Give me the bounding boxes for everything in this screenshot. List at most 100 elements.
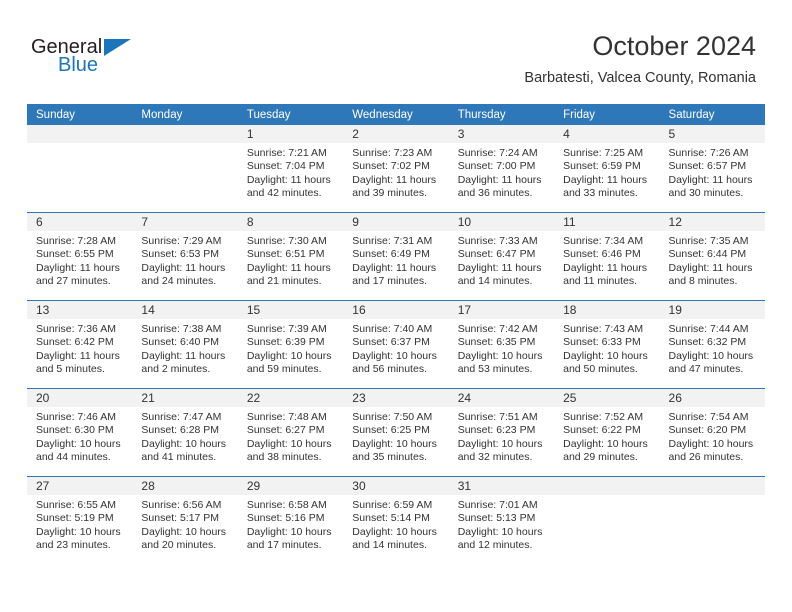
sunset-line: Sunset: 6:44 PM xyxy=(668,248,747,261)
day-cell[interactable]: 5 Sunrise: 7:26 AM Sunset: 6:57 PM Dayli… xyxy=(659,125,765,213)
sunset-line: Sunset: 5:13 PM xyxy=(457,512,536,525)
column-header-sunday: Sunday xyxy=(27,104,133,125)
day-cell[interactable]: 9 Sunrise: 7:31 AM Sunset: 6:49 PM Dayli… xyxy=(343,212,449,301)
sunrise-line: Sunrise: 7:51 AM xyxy=(457,411,538,423)
day-number: 12 xyxy=(659,213,765,231)
day-cell[interactable]: 20 Sunrise: 7:46 AM Sunset: 6:30 PM Dayl… xyxy=(27,388,133,477)
brand-logo[interactable]: General Blue xyxy=(31,36,146,80)
sunrise-line: Sunrise: 7:21 AM xyxy=(246,147,327,159)
day-number: 26 xyxy=(659,389,765,407)
day-cell[interactable]: 3 Sunrise: 7:24 AM Sunset: 7:00 PM Dayli… xyxy=(448,125,555,213)
title-block: October 2024 Barbatesti, Valcea County, … xyxy=(524,30,756,88)
day-number: 8 xyxy=(237,213,344,231)
daylight-line-1: Daylight: 10 hours xyxy=(246,525,332,538)
sunset-line: Sunset: 6:42 PM xyxy=(36,336,114,349)
day-number: 3 xyxy=(448,125,555,143)
day-cell[interactable]: 24 Sunrise: 7:51 AM Sunset: 6:23 PM Dayl… xyxy=(448,388,555,477)
day-details: Sunrise: 7:52 AM Sunset: 6:22 PM Dayligh… xyxy=(554,407,659,464)
sunrise-line: Sunrise: 7:40 AM xyxy=(352,323,433,335)
day-cell[interactable]: 27 Sunrise: 6:55 AM Sunset: 5:19 PM Dayl… xyxy=(27,476,133,564)
day-cell[interactable]: 25 Sunrise: 7:52 AM Sunset: 6:22 PM Dayl… xyxy=(554,388,660,477)
day-details: Sunrise: 7:28 AM Sunset: 6:55 PM Dayligh… xyxy=(27,231,132,288)
day-cell[interactable]: 7 Sunrise: 7:29 AM Sunset: 6:53 PM Dayli… xyxy=(132,212,238,301)
day-details: Sunrise: 7:01 AM Sunset: 5:13 PM Dayligh… xyxy=(449,495,554,552)
day-cell[interactable]: 16 Sunrise: 7:40 AM Sunset: 6:37 PM Dayl… xyxy=(343,300,449,389)
daylight-line-2: and 59 minutes. xyxy=(246,362,322,375)
day-cell[interactable]: 29 Sunrise: 6:58 AM Sunset: 5:16 PM Dayl… xyxy=(237,476,344,564)
daylight-line-1: Daylight: 11 hours xyxy=(457,261,542,274)
day-cell[interactable]: 1 Sunrise: 7:21 AM Sunset: 7:04 PM Dayli… xyxy=(237,125,344,213)
day-cell[interactable]: 13 Sunrise: 7:36 AM Sunset: 6:42 PM Dayl… xyxy=(27,300,133,389)
day-cell[interactable] xyxy=(554,476,660,564)
day-number: 30 xyxy=(343,477,449,495)
day-cell[interactable] xyxy=(27,125,133,213)
day-number xyxy=(27,125,133,143)
day-number xyxy=(132,125,238,143)
daylight-line-1: Daylight: 10 hours xyxy=(563,437,648,450)
day-cell[interactable]: 15 Sunrise: 7:39 AM Sunset: 6:39 PM Dayl… xyxy=(237,300,344,389)
day-cell[interactable]: 19 Sunrise: 7:44 AM Sunset: 6:32 PM Dayl… xyxy=(659,300,765,389)
day-cell[interactable]: 22 Sunrise: 7:48 AM Sunset: 6:27 PM Dayl… xyxy=(237,388,344,477)
day-number: 20 xyxy=(27,389,133,407)
day-details: Sunrise: 6:59 AM Sunset: 5:14 PM Dayligh… xyxy=(343,495,448,552)
day-cell[interactable] xyxy=(659,476,765,564)
day-cell[interactable]: 4 Sunrise: 7:25 AM Sunset: 6:59 PM Dayli… xyxy=(554,125,660,213)
day-number: 10 xyxy=(448,213,555,231)
daylight-line-2: and 11 minutes. xyxy=(563,274,638,287)
day-number: 17 xyxy=(448,301,555,319)
column-header-monday: Monday xyxy=(132,104,238,125)
daylight-line-2: and 14 minutes. xyxy=(457,274,533,287)
sunset-line: Sunset: 6:59 PM xyxy=(563,160,641,173)
weekday-header-row: Sunday Monday Tuesday Wednesday Thursday… xyxy=(27,104,765,125)
day-number: 2 xyxy=(343,125,449,143)
day-cell[interactable]: 2 Sunrise: 7:23 AM Sunset: 7:02 PM Dayli… xyxy=(343,125,449,213)
day-cell[interactable]: 12 Sunrise: 7:35 AM Sunset: 6:44 PM Dayl… xyxy=(659,212,765,301)
day-cell[interactable] xyxy=(132,125,238,213)
sunset-line: Sunset: 6:39 PM xyxy=(246,336,325,349)
sunset-line: Sunset: 6:55 PM xyxy=(36,248,114,261)
day-cell[interactable]: 26 Sunrise: 7:54 AM Sunset: 6:20 PM Dayl… xyxy=(659,388,765,477)
sunrise-line: Sunrise: 7:47 AM xyxy=(141,411,222,423)
day-cell[interactable]: 28 Sunrise: 6:56 AM Sunset: 5:17 PM Dayl… xyxy=(132,476,238,564)
daylight-line-1: Daylight: 10 hours xyxy=(457,349,543,362)
daylight-line-1: Daylight: 10 hours xyxy=(246,349,332,362)
day-cell[interactable]: 8 Sunrise: 7:30 AM Sunset: 6:51 PM Dayli… xyxy=(237,212,344,301)
day-cell[interactable]: 6 Sunrise: 7:28 AM Sunset: 6:55 PM Dayli… xyxy=(27,212,133,301)
daylight-line-1: Daylight: 11 hours xyxy=(352,173,437,186)
day-cell[interactable]: 31 Sunrise: 7:01 AM Sunset: 5:13 PM Dayl… xyxy=(448,476,555,564)
day-number: 19 xyxy=(659,301,765,319)
day-cell[interactable]: 14 Sunrise: 7:38 AM Sunset: 6:40 PM Dayl… xyxy=(132,300,238,389)
day-number xyxy=(659,477,765,495)
day-details: Sunrise: 7:51 AM Sunset: 6:23 PM Dayligh… xyxy=(449,407,554,464)
sunset-line: Sunset: 6:25 PM xyxy=(352,424,430,437)
day-details: Sunrise: 7:35 AM Sunset: 6:44 PM Dayligh… xyxy=(660,231,765,288)
sunset-line: Sunset: 6:20 PM xyxy=(668,424,747,437)
day-number: 5 xyxy=(659,125,765,143)
day-number xyxy=(554,477,660,495)
daylight-line-2: and 2 minutes. xyxy=(141,362,211,375)
daylight-line-2: and 39 minutes. xyxy=(352,186,427,199)
day-details: Sunrise: 7:39 AM Sunset: 6:39 PM Dayligh… xyxy=(238,319,343,376)
calendar-body: 1 Sunrise: 7:21 AM Sunset: 7:04 PM Dayli… xyxy=(27,125,765,564)
triangle-logo-icon xyxy=(104,39,131,56)
week-row: 1 Sunrise: 7:21 AM Sunset: 7:04 PM Dayli… xyxy=(27,125,765,213)
daylight-line-2: and 8 minutes. xyxy=(668,274,738,287)
column-header-wednesday: Wednesday xyxy=(343,104,449,125)
day-cell[interactable]: 17 Sunrise: 7:42 AM Sunset: 6:35 PM Dayl… xyxy=(448,300,555,389)
day-cell[interactable]: 10 Sunrise: 7:33 AM Sunset: 6:47 PM Dayl… xyxy=(448,212,555,301)
day-details: Sunrise: 7:54 AM Sunset: 6:20 PM Dayligh… xyxy=(660,407,765,464)
day-cell[interactable]: 21 Sunrise: 7:47 AM Sunset: 6:28 PM Dayl… xyxy=(132,388,238,477)
day-cell[interactable]: 11 Sunrise: 7:34 AM Sunset: 6:46 PM Dayl… xyxy=(554,212,660,301)
day-number: 6 xyxy=(27,213,133,231)
daylight-line-2: and 42 minutes. xyxy=(246,186,322,199)
day-details: Sunrise: 7:47 AM Sunset: 6:28 PM Dayligh… xyxy=(132,407,237,464)
daylight-line-1: Daylight: 11 hours xyxy=(668,173,753,186)
daylight-line-1: Daylight: 11 hours xyxy=(36,261,120,274)
sunset-line: Sunset: 7:00 PM xyxy=(457,160,536,173)
day-cell[interactable]: 18 Sunrise: 7:43 AM Sunset: 6:33 PM Dayl… xyxy=(554,300,660,389)
sunrise-line: Sunrise: 7:01 AM xyxy=(457,499,538,511)
daylight-line-1: Daylight: 11 hours xyxy=(563,261,647,274)
day-cell[interactable]: 30 Sunrise: 6:59 AM Sunset: 5:14 PM Dayl… xyxy=(343,476,449,564)
day-cell[interactable]: 23 Sunrise: 7:50 AM Sunset: 6:25 PM Dayl… xyxy=(343,388,449,477)
day-number: 16 xyxy=(343,301,449,319)
